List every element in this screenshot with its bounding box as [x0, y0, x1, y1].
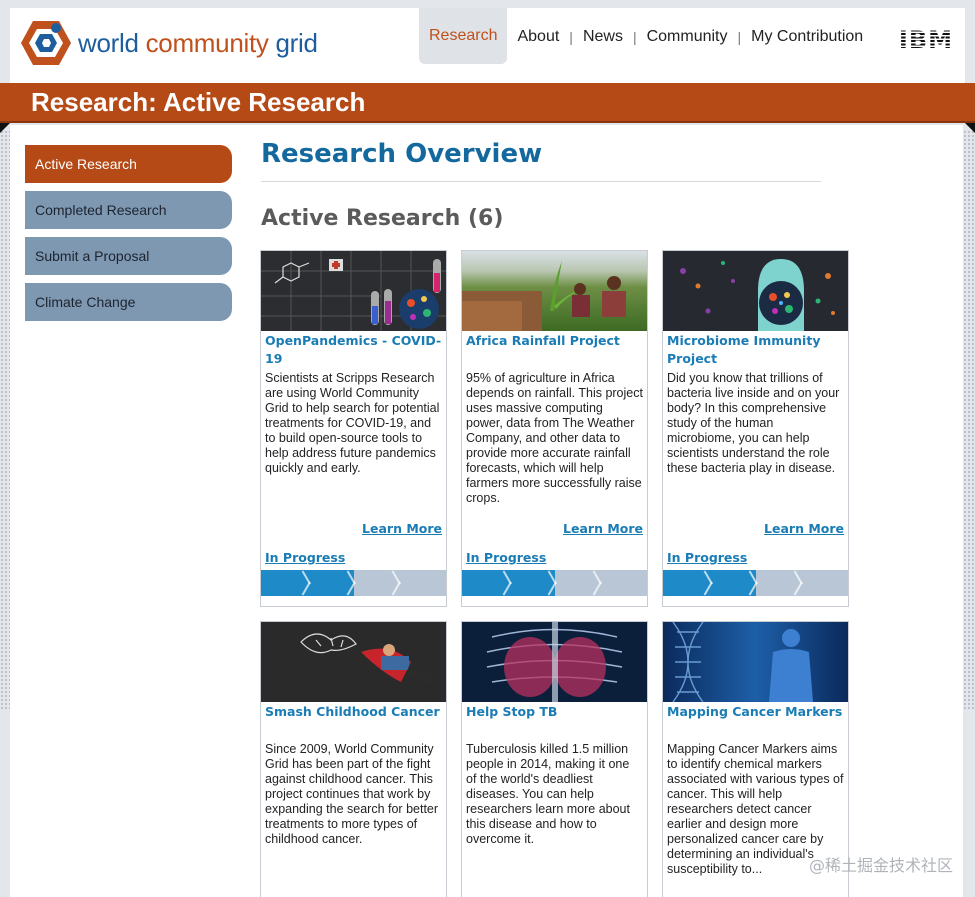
progress-chevron — [350, 570, 366, 596]
project-description: Scientists at Scripps Research are using… — [265, 371, 440, 475]
project-image-help-stop-tb[interactable] — [462, 622, 647, 702]
progress-chevron — [305, 570, 321, 596]
project-description: 95% of agriculture in Africa depends on … — [466, 371, 643, 505]
project-card: OpenPandemics - COVID-19 Scientists at S… — [260, 250, 447, 607]
project-title[interactable]: Help Stop TB — [462, 702, 647, 742]
learn-more-link[interactable]: Learn More — [261, 521, 446, 536]
site-header: world community grid Research About | Ne… — [10, 8, 965, 84]
progress-bar — [462, 570, 647, 596]
site-logo[interactable]: world community grid — [20, 18, 318, 68]
progress-chevron — [395, 570, 411, 596]
project-image-openpandemics[interactable] — [261, 251, 446, 331]
nav-about[interactable]: About — [507, 8, 569, 66]
sidebar-item-completed-research[interactable]: Completed Research — [25, 191, 232, 229]
title-bar-fold-left — [0, 123, 10, 133]
project-image-mapping-cancer-markers[interactable] — [663, 622, 848, 702]
ibm-logo[interactable]: IBM — [899, 26, 953, 54]
main-title: Research Overview — [261, 139, 543, 169]
nav-research[interactable]: Research — [419, 8, 508, 64]
progress-chevron — [551, 570, 567, 596]
project-image-microbiome[interactable] — [663, 251, 848, 331]
project-title[interactable]: OpenPandemics - COVID-19 — [261, 331, 446, 371]
nav-community[interactable]: Community — [637, 8, 738, 66]
progress-chevron — [707, 570, 723, 596]
project-title[interactable]: Africa Rainfall Project — [462, 331, 647, 371]
sidebar: Active Research Completed Research Submi… — [25, 145, 232, 329]
progress-bar — [663, 570, 848, 596]
project-card: Microbiome Immunity Project Did you know… — [662, 250, 849, 607]
watermark: @稀土掘金技术社区 — [808, 856, 953, 875]
project-title[interactable]: Microbiome Immunity Project — [663, 331, 848, 371]
title-divider — [261, 181, 821, 182]
background-dots-right — [963, 130, 975, 710]
sidebar-item-submit-proposal[interactable]: Submit a Proposal — [25, 237, 232, 275]
learn-more-link[interactable]: Learn More — [462, 521, 647, 536]
project-image-africa-rainfall[interactable] — [462, 251, 647, 331]
progress-chevron — [752, 570, 768, 596]
sidebar-item-climate-change[interactable]: Climate Change — [25, 283, 232, 321]
page-title-bar: Research: Active Research — [0, 83, 975, 123]
progress-chevron — [596, 570, 612, 596]
sidebar-item-active-research[interactable]: Active Research — [25, 145, 232, 183]
project-status-link[interactable]: In Progress — [261, 550, 446, 565]
project-status-link[interactable]: In Progress — [663, 550, 848, 565]
project-card: Africa Rainfall Project 95% of agricultu… — [461, 250, 648, 607]
learn-more-link[interactable]: Learn More — [663, 521, 848, 536]
world-community-grid-logo-icon — [21, 21, 71, 65]
progress-chevron — [506, 570, 522, 596]
project-status-link[interactable]: In Progress — [462, 550, 647, 565]
page-title: Research: Active Research — [31, 87, 366, 117]
main-nav: Research About | News | Community | My C… — [419, 8, 873, 84]
project-title[interactable]: Mapping Cancer Markers — [663, 702, 848, 742]
nav-news[interactable]: News — [573, 8, 633, 66]
project-image-smash-childhood-cancer[interactable] — [261, 622, 446, 702]
progress-bar — [261, 570, 446, 596]
section-title: Active Research (6) — [261, 206, 504, 231]
project-title[interactable]: Smash Childhood Cancer — [261, 702, 446, 742]
progress-chevron — [797, 570, 813, 596]
project-card: Help Stop TB Tuberculosis killed 1.5 mil… — [461, 621, 648, 897]
project-description: Since 2009, World Community Grid has bee… — [265, 742, 439, 846]
logo-wordmark: world community grid — [78, 27, 318, 58]
title-bar-fold-right — [965, 123, 975, 133]
nav-my-contribution[interactable]: My Contribution — [741, 8, 873, 66]
project-description: Did you know that trillions of bacteria … — [667, 371, 840, 475]
project-card: Smash Childhood Cancer Since 2009, World… — [260, 621, 447, 897]
project-description: Tuberculosis killed 1.5 million people i… — [466, 742, 630, 846]
